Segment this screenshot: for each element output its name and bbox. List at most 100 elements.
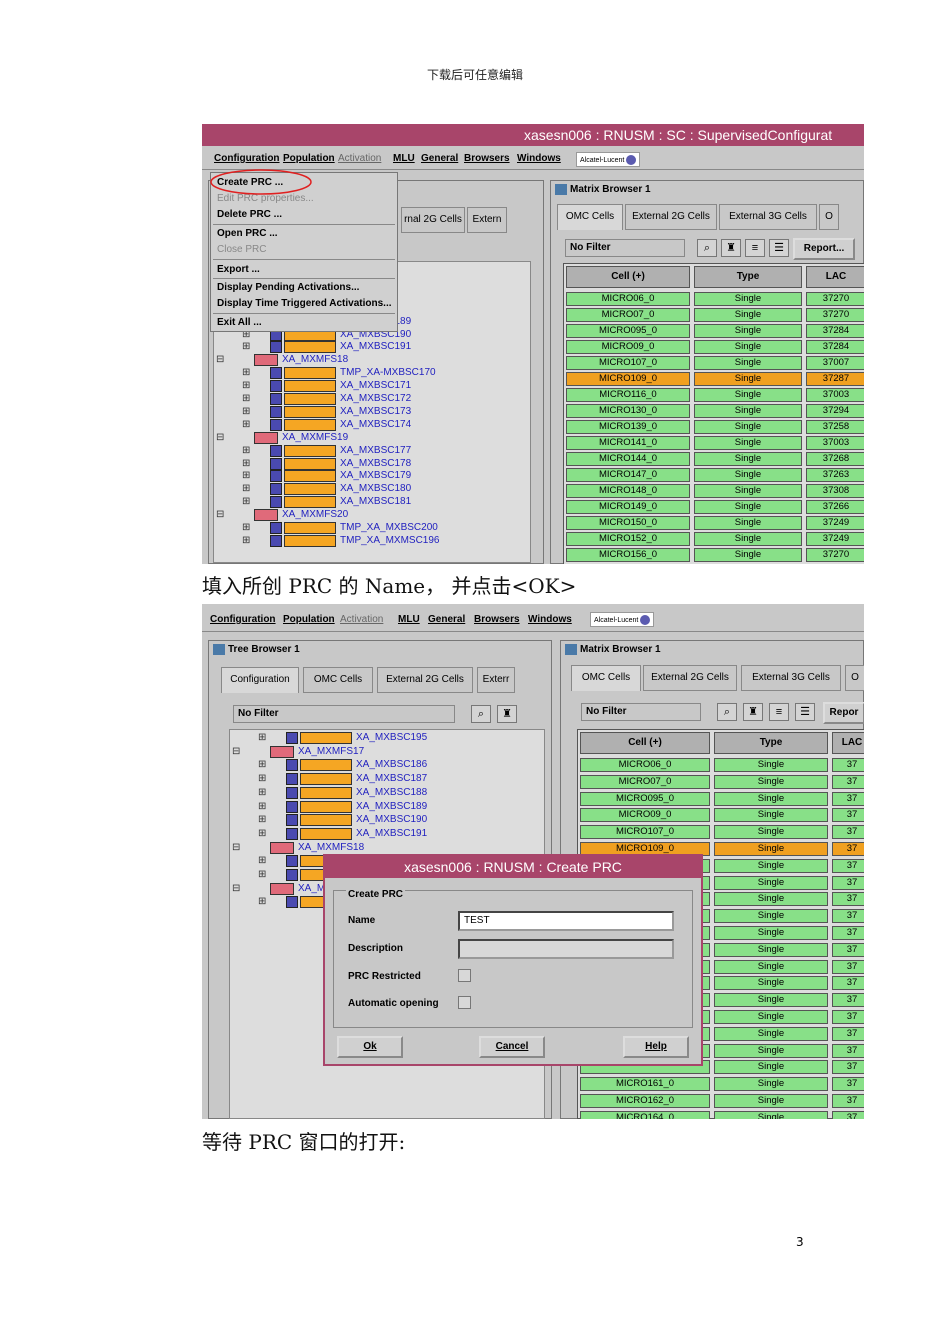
menu-item-open-prc[interactable]: Open PRC ...: [217, 228, 278, 239]
tree-node[interactable]: ⊞ XA_MXBSC177: [214, 444, 530, 458]
expand-icon[interactable]: ⊞: [258, 855, 266, 866]
zoom-icon[interactable]: ⌕: [717, 703, 737, 721]
expand-icon[interactable]: ⊟: [216, 354, 224, 365]
tree-node[interactable]: ⊞ XA_MXBSC191: [214, 341, 530, 354]
tree-node[interactable]: ⊞ TMP_XA-MXBSC170: [214, 367, 530, 380]
tree-node[interactable]: ⊟ XA_MXMFS18: [230, 841, 544, 855]
report-button[interactable]: Report...: [793, 238, 855, 260]
tree-node[interactable]: ⊞ XA_MXBSC180: [214, 483, 530, 496]
tree-node[interactable]: ⊟ XA_MXMFS17: [230, 745, 544, 759]
table-cell[interactable]: MICRO147_0: [566, 468, 690, 482]
table-cell[interactable]: Single: [714, 791, 828, 806]
tree-node[interactable]: ⊞ XA_MXBSC181: [214, 496, 530, 509]
tab-external[interactable]: Extern: [467, 207, 507, 233]
menu-configuration[interactable]: Configuration: [214, 153, 280, 164]
tree-node[interactable]: ⊞ XA_MXBSC188: [230, 786, 544, 800]
expand-icon[interactable]: ⊞: [242, 445, 250, 456]
table-cell[interactable]: Single: [694, 372, 802, 386]
table-cell[interactable]: Single: [714, 1043, 828, 1058]
tab-other[interactable]: O: [845, 665, 864, 691]
tree-node[interactable]: ⊞ XA_MXBSC190: [230, 814, 544, 827]
expand-icon[interactable]: ⊞: [258, 828, 266, 839]
description-input[interactable]: [458, 939, 674, 959]
table-cell[interactable]: 37: [832, 758, 864, 772]
table-cell[interactable]: Single: [714, 1110, 828, 1119]
tree-node[interactable]: ⊞ XA_MXBSC178: [214, 457, 530, 471]
menu-activation[interactable]: Activation: [340, 614, 383, 625]
table-cell[interactable]: 37: [832, 808, 864, 823]
table-cell[interactable]: 37: [832, 858, 864, 873]
expand-icon[interactable]: ⊟: [232, 746, 240, 757]
tab-external-2g[interactable]: External 2G Cells: [625, 204, 717, 230]
table-cell[interactable]: 37: [832, 909, 864, 924]
table-cell[interactable]: MICRO107_0: [580, 825, 710, 840]
table-cell[interactable]: 37003: [806, 436, 864, 450]
menu-windows[interactable]: Windows: [528, 614, 572, 625]
table-cell[interactable]: 37: [832, 1094, 864, 1108]
menu-general[interactable]: General: [428, 614, 465, 625]
table-cell[interactable]: Single: [714, 993, 828, 1008]
table-cell[interactable]: MICRO107_0: [566, 356, 690, 370]
tab-omc-cells[interactable]: OMC Cells: [303, 667, 373, 693]
expand-icon[interactable]: ⊞: [242, 341, 250, 352]
list-icon[interactable]: ≡: [769, 703, 789, 721]
expand-icon[interactable]: ⊞: [242, 522, 250, 533]
expand-icon[interactable]: ⊞: [242, 419, 250, 430]
table-cell[interactable]: Single: [714, 1094, 828, 1108]
table-cell[interactable]: Single: [714, 1010, 828, 1024]
tree-node[interactable]: ⊟ XA_MXMFS18: [214, 354, 530, 367]
table-cell[interactable]: 37284: [806, 324, 864, 338]
table-cell[interactable]: Single: [694, 324, 802, 338]
tree-node[interactable]: ⊞ XA_MXBSC186: [230, 759, 544, 772]
tab-other[interactable]: O: [819, 204, 839, 230]
table-cell[interactable]: MICRO152_0: [566, 532, 690, 546]
column-header[interactable]: Cell (+): [566, 266, 690, 288]
table-cell[interactable]: MICRO07_0: [580, 774, 710, 789]
table-cell[interactable]: MICRO07_0: [566, 308, 690, 322]
table-cell[interactable]: Single: [714, 959, 828, 974]
table-cell[interactable]: Single: [694, 308, 802, 322]
tree-node[interactable]: ⊞ XA_MXBSC173: [214, 405, 530, 419]
table-cell[interactable]: Single: [714, 942, 828, 957]
tree-node[interactable]: ⊞ XA_MXBSC171: [214, 380, 530, 393]
help-button[interactable]: Help: [623, 1036, 689, 1058]
expand-icon[interactable]: ⊞: [242, 483, 250, 494]
expand-icon[interactable]: ⊞: [258, 869, 266, 880]
table-cell[interactable]: Single: [714, 909, 828, 924]
table-cell[interactable]: 37: [832, 892, 864, 907]
tab-external[interactable]: Exterr: [477, 667, 515, 693]
table-cell[interactable]: MICRO150_0: [566, 516, 690, 530]
table-cell[interactable]: MICRO109_0: [566, 372, 690, 386]
expand-icon[interactable]: ⊞: [242, 367, 250, 378]
table-cell[interactable]: Single: [694, 340, 802, 354]
menu-browsers[interactable]: Browsers: [464, 153, 510, 164]
expand-icon[interactable]: ⊟: [232, 883, 240, 894]
table-cell[interactable]: MICRO09_0: [566, 340, 690, 354]
restricted-checkbox[interactable]: [458, 969, 471, 982]
table-cell[interactable]: Single: [714, 1026, 828, 1041]
table-cell[interactable]: 37270: [806, 548, 864, 562]
list-icon[interactable]: ≡: [745, 239, 765, 257]
expand-icon[interactable]: ⊞: [258, 801, 266, 812]
menu-population[interactable]: Population: [283, 614, 335, 625]
table-cell[interactable]: 37007: [806, 356, 864, 370]
expand-icon[interactable]: ⊞: [242, 393, 250, 404]
table-cell[interactable]: 37: [832, 993, 864, 1008]
table-cell[interactable]: Single: [694, 484, 802, 498]
table-cell[interactable]: MICRO139_0: [566, 420, 690, 434]
column-header[interactable]: LAC: [832, 732, 864, 754]
menu-item-pending-activations[interactable]: Display Pending Activations...: [217, 282, 359, 293]
table-cell[interactable]: Single: [714, 808, 828, 823]
table-cell[interactable]: MICRO162_0: [580, 1094, 710, 1108]
lines-icon[interactable]: ☰: [769, 239, 789, 257]
table-cell[interactable]: 37258: [806, 420, 864, 434]
table-cell[interactable]: 37: [832, 1060, 864, 1075]
table-cell[interactable]: MICRO116_0: [566, 388, 690, 402]
menu-item-time-triggered[interactable]: Display Time Triggered Activations...: [217, 298, 392, 309]
table-cell[interactable]: Single: [694, 548, 802, 562]
table-cell[interactable]: 37: [832, 842, 864, 856]
table-cell[interactable]: MICRO095_0: [566, 324, 690, 338]
menu-item-delete-prc[interactable]: Delete PRC ...: [217, 209, 282, 220]
table-cell[interactable]: 37: [832, 942, 864, 957]
table-cell[interactable]: Single: [714, 1060, 828, 1075]
